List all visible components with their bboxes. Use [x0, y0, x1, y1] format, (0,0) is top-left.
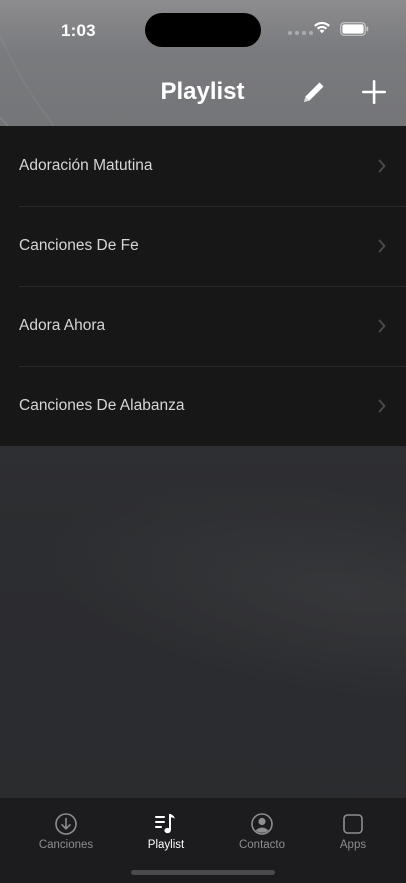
playlist-label: Adoración Matutina	[19, 157, 153, 174]
tab-playlist[interactable]: Playlist	[121, 812, 211, 851]
tab-canciones[interactable]: Canciones	[21, 812, 111, 851]
home-indicator	[131, 870, 275, 875]
status-bar: 1:03	[0, 0, 406, 54]
tab-label: Playlist	[147, 839, 185, 851]
add-playlist-button[interactable]	[357, 75, 391, 109]
chevron-right-icon	[378, 319, 386, 333]
chevron-right-icon	[378, 399, 386, 413]
cellular-signal-icon	[288, 31, 313, 35]
battery-icon	[340, 22, 369, 36]
playlist-row[interactable]: Adoración Matutina	[0, 126, 406, 206]
plus-icon	[362, 80, 386, 104]
playlist-label: Adora Ahora	[19, 317, 106, 334]
download-circle-icon	[55, 813, 77, 835]
wifi-icon	[314, 21, 330, 34]
navigation-header: 1:03 Playlist	[0, 0, 406, 126]
playlist-label: Canciones De Alabanza	[19, 397, 185, 414]
chevron-right-icon	[378, 159, 386, 173]
tab-apps[interactable]: Apps	[308, 812, 398, 851]
playlist-list: Adoración Matutina Canciones De Fe Adora…	[0, 126, 406, 446]
playlist-label: Canciones De Fe	[19, 237, 139, 254]
playlist-row[interactable]: Adora Ahora	[0, 286, 406, 366]
app-screen: 1:03 Playlist Adoración Matutina Cancion…	[0, 0, 406, 883]
square-icon	[343, 814, 363, 834]
playlist-row[interactable]: Canciones De Alabanza	[0, 366, 406, 446]
tab-contacto[interactable]: Contacto	[217, 812, 307, 851]
status-time: 1:03	[61, 21, 96, 40]
chevron-right-icon	[378, 239, 386, 253]
tab-label: Apps	[339, 839, 367, 851]
music-list-icon	[155, 814, 175, 834]
pencil-icon	[304, 82, 324, 102]
tab-bar: Canciones Playlist Contacto Apps	[0, 797, 406, 883]
tab-label: Canciones	[38, 839, 94, 851]
dynamic-island	[145, 13, 261, 47]
tab-label: Contacto	[238, 839, 286, 851]
page-title: Playlist	[160, 78, 245, 105]
edit-playlist-button[interactable]	[298, 76, 330, 108]
person-circle-icon	[251, 813, 273, 835]
playlist-row[interactable]: Canciones De Fe	[0, 206, 406, 286]
